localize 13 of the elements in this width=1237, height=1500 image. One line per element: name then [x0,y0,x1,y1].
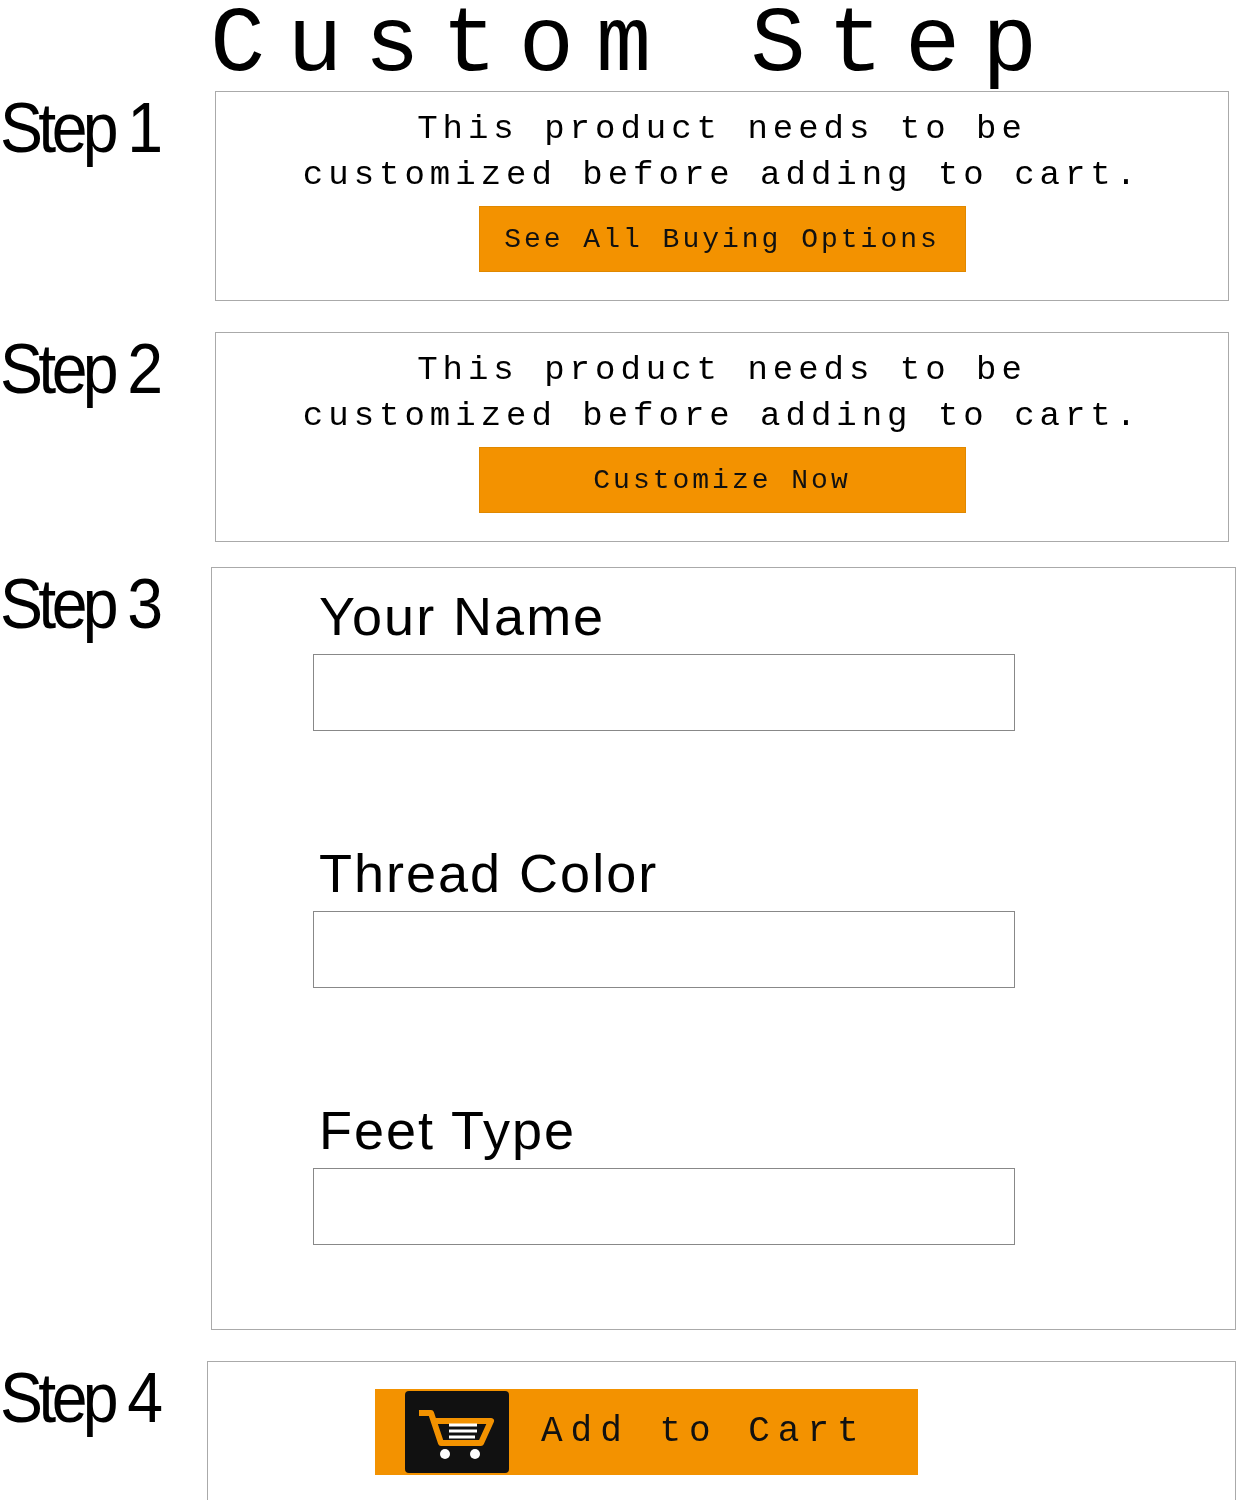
input-field[interactable] [313,654,1015,731]
action-button[interactable]: Customize Now [478,447,966,513]
field-label: Thread Color [319,842,659,905]
field-label: Feet Type [319,1099,577,1162]
add-to-cart-button[interactable]: Add to Cart [375,1388,918,1475]
input-field[interactable] [313,1168,1015,1245]
notice-text: This product needs to be customized before adding to cart. [301,109,1143,196]
input-field[interactable] [313,911,1015,988]
action-button[interactable]: See All Buying Options [478,206,966,272]
cart-icon [405,1390,509,1473]
notice-text: This product needs to be customized before adding to cart. [301,350,1143,437]
page-title: Custom Step [210,0,1061,91]
field-label: Your Name [319,585,606,648]
